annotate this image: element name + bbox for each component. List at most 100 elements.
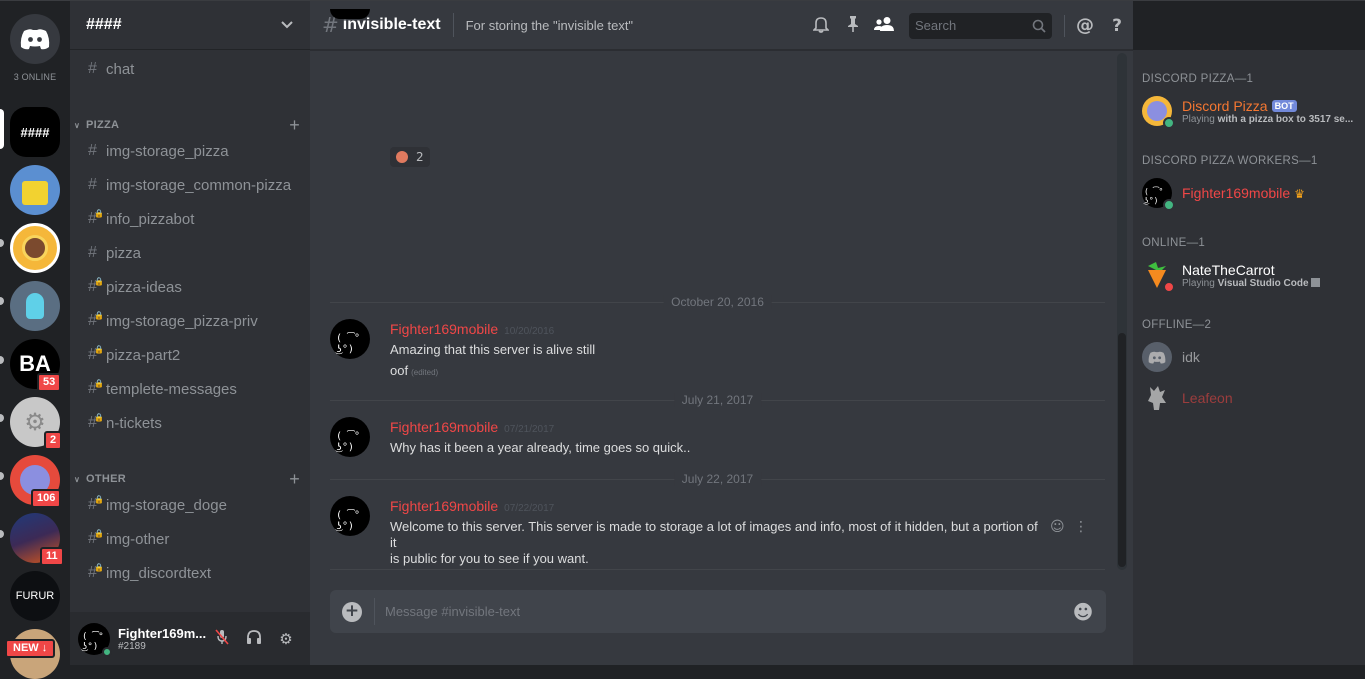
channel-item[interactable]: # 🔒 img-other xyxy=(80,523,300,555)
member-group-header: DISCORD PIZZA—1 xyxy=(1142,73,1254,85)
guild-squid[interactable] xyxy=(10,281,60,331)
plus-circle-icon: + xyxy=(342,601,362,622)
channel-name: chat xyxy=(106,60,135,78)
locked-hash-icon: # 🔒 xyxy=(88,345,104,363)
search-input[interactable] xyxy=(915,18,1032,33)
mention-badge: 2 xyxy=(44,431,63,450)
channel-item[interactable]: # 🔒 pizza-ideas xyxy=(80,271,300,303)
message-input[interactable] xyxy=(385,604,1060,619)
channel-item[interactable]: # 🔒 img_discordtext xyxy=(80,557,300,589)
reaction-button[interactable]: 2 xyxy=(390,147,430,167)
lock-icon: 🔒 xyxy=(94,379,104,388)
member-idk[interactable]: idk xyxy=(1142,336,1356,378)
member-natethecarrot[interactable]: NateTheCarrot Playing Visual Studio Code xyxy=(1142,254,1356,296)
hash-icon: # xyxy=(88,244,97,261)
unread-pip xyxy=(0,297,4,305)
guild-hash-server[interactable]: #### xyxy=(10,107,60,157)
unread-pip xyxy=(0,239,4,247)
locked-hash-icon: # 🔒 xyxy=(88,277,104,295)
search-box[interactable] xyxy=(909,12,1052,39)
avatar[interactable] xyxy=(330,9,370,19)
category-pizza[interactable]: ∨ PIZZA + xyxy=(74,115,300,135)
activity-name: with a pizza box to 3517 se... xyxy=(1217,113,1354,125)
avatar[interactable]: ( ͡° ͜ʖ°) xyxy=(78,622,112,657)
channel-chat[interactable]: # chat xyxy=(80,53,300,85)
message-author[interactable]: Fighter169mobile 07/21/2017 xyxy=(390,419,554,435)
avatar[interactable]: ( ͡° ͜ʖ°) xyxy=(330,417,370,457)
hash-icon: # xyxy=(88,142,97,159)
pin-icon[interactable] xyxy=(837,15,869,37)
channel-name: pizza xyxy=(106,244,142,262)
discord-home-button[interactable] xyxy=(10,14,60,64)
channel-item[interactable]: # 🔒 pizza-part2 xyxy=(80,339,300,371)
help-icon[interactable]: ? xyxy=(1101,16,1133,36)
search-icon xyxy=(1032,19,1046,33)
pizza-emoji-icon xyxy=(396,151,408,163)
member-list-icon[interactable] xyxy=(869,16,901,36)
guild-name: #### xyxy=(86,16,122,33)
member-name: NateTheCarrot xyxy=(1182,261,1275,278)
unread-pip xyxy=(0,530,4,538)
mention-badge: 11 xyxy=(40,547,64,566)
avatar xyxy=(1142,383,1172,413)
more-options-icon[interactable]: ⋮ xyxy=(1074,519,1088,535)
member-group-header: DISCORD PIZZA WORKERS—1 xyxy=(1142,155,1318,167)
guild-roblox[interactable] xyxy=(10,165,60,215)
chat-area: # invisible-text For storing the "invisi… xyxy=(310,1,1133,665)
chat-scrollbar[interactable] xyxy=(1117,53,1127,570)
channel-item[interactable]: # 🔒 img-storage_pizza-priv xyxy=(80,305,300,337)
channel-item[interactable]: # img-storage_pizza xyxy=(80,135,300,167)
new-messages-badge[interactable]: NEW ↓ xyxy=(5,639,56,658)
channel-item[interactable]: # 🔒 info_pizzabot xyxy=(80,203,300,235)
add-channel-icon[interactable]: + xyxy=(289,115,300,136)
message-author[interactable]: Fighter169mobile 10/20/2016 xyxy=(390,321,554,337)
guild-header[interactable]: #### xyxy=(70,1,310,50)
activity-prefix: Playing xyxy=(1182,277,1218,289)
channel-name: img-storage_common-pizza xyxy=(106,176,292,194)
guild-discord-pizza[interactable] xyxy=(10,223,60,273)
member-activity: Playing Visual Studio Code xyxy=(1182,277,1354,289)
upload-button[interactable]: + xyxy=(330,601,374,622)
message-line: oof xyxy=(390,363,409,378)
avatar xyxy=(1142,260,1175,293)
message-content: Why has it been a year already, time goe… xyxy=(390,440,1040,456)
add-reaction-icon[interactable]: ☺ xyxy=(1050,519,1065,535)
headphones-icon[interactable] xyxy=(238,629,270,649)
rich-presence-icon xyxy=(1311,277,1321,287)
add-channel-icon[interactable]: + xyxy=(289,469,300,490)
notification-bell-icon[interactable] xyxy=(805,15,837,37)
emoji-picker-icon[interactable]: ☻ xyxy=(1060,600,1106,624)
discord-logo-icon xyxy=(1148,351,1166,364)
composer-separator xyxy=(374,598,375,625)
channel-item[interactable]: # 🔒 n-tickets xyxy=(80,407,300,439)
category-other[interactable]: ∨ OTHER + xyxy=(74,469,300,489)
member-fighter169mobile[interactable]: ( ͡° ͜ʖ°) Fighter169mobile ♛ xyxy=(1142,172,1356,214)
channel-item[interactable]: # pizza xyxy=(80,237,300,269)
channel-name: templete-messages xyxy=(106,380,237,398)
leafeon-sprite-icon xyxy=(1148,386,1166,410)
channel-name: img-storage_pizza xyxy=(106,142,229,160)
channel-item[interactable]: # 🔒 templete-messages xyxy=(80,373,300,405)
message-line: is public for you to see if you want. xyxy=(390,551,589,566)
guild-furur[interactable]: FURUR xyxy=(10,571,60,621)
locked-hash-icon: # 🔒 xyxy=(88,413,104,431)
lock-icon: 🔒 xyxy=(94,209,104,218)
member-leafeon[interactable]: Leafeon xyxy=(1142,377,1356,419)
channel-name: pizza-ideas xyxy=(106,278,182,296)
avatar xyxy=(1142,96,1175,129)
message-line: Welcome to this server. This server is m… xyxy=(390,519,1038,550)
avatar[interactable]: ( ͡° ͜ʖ°) xyxy=(330,319,370,359)
avatar[interactable]: ( ͡° ͜ʖ°) xyxy=(330,496,370,536)
mentions-icon[interactable]: @ xyxy=(1069,15,1101,36)
mute-microphone-icon[interactable] xyxy=(206,628,238,649)
user-discriminator: #2189 xyxy=(117,640,146,652)
online-count: 3 ONLINE xyxy=(13,72,57,82)
scrollbar-thumb[interactable] xyxy=(1118,333,1126,567)
member-discord-pizza[interactable]: Discord Pizza BOT Playing with a pizza bo… xyxy=(1142,90,1356,132)
channel-item[interactable]: # img-storage_common-pizza xyxy=(80,169,300,201)
message-author[interactable]: Fighter169mobile 07/22/2017 xyxy=(390,498,554,514)
member-list: DISCORD PIZZA—1 Discord Pizza BOT Playing… xyxy=(1133,50,1365,665)
avatar xyxy=(1142,342,1172,372)
channel-item[interactable]: # 🔒 img-storage_doge xyxy=(80,489,300,521)
settings-gear-icon[interactable]: ⚙ xyxy=(270,630,302,648)
